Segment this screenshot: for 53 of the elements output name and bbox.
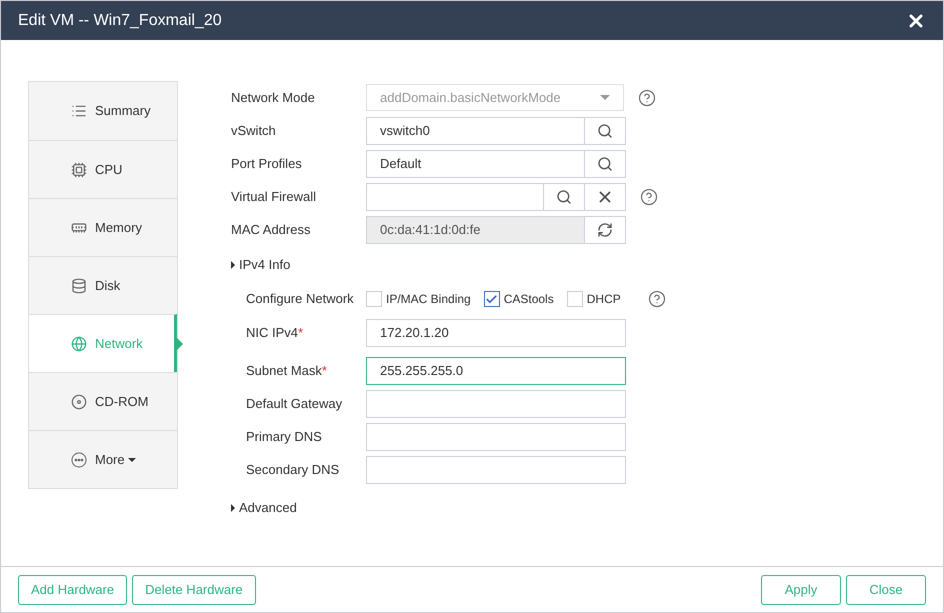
search-button[interactable] — [585, 150, 626, 178]
list-icon — [71, 103, 87, 119]
field-label: Subnet Mask* — [246, 362, 328, 380]
search-button[interactable] — [544, 182, 585, 210]
refresh-button[interactable] — [585, 216, 626, 244]
input-field[interactable] — [366, 390, 626, 418]
input-field[interactable] — [366, 456, 626, 484]
field-label: MAC Address — [231, 220, 312, 239]
window-title: Edit VM -- Win7_Foxmail_20 — [18, 10, 222, 30]
checkbox-label: IP/MAC Binding — [386, 291, 471, 308]
advanced-toggle[interactable]: Advanced — [239, 498, 297, 518]
sidebar-tab[interactable]: CPU — [29, 140, 177, 198]
help-icon[interactable] — [648, 290, 666, 308]
input-field[interactable] — [366, 422, 626, 450]
field-label: Virtual Firewall — [231, 188, 318, 206]
checkbox-label: DHCP — [586, 291, 621, 308]
globe-icon — [71, 336, 87, 352]
sidebar-tab[interactable]: Summary — [29, 82, 177, 140]
search-icon — [556, 188, 572, 204]
ipv4-info-toggle[interactable]: IPv4 Info — [239, 255, 290, 275]
check-icon — [485, 292, 498, 306]
sidebar-tab[interactable]: More — [29, 430, 177, 488]
clear-button[interactable] — [585, 182, 626, 210]
field-label: Secondary DNS — [246, 460, 340, 479]
checkbox-label: CAStools — [504, 291, 554, 308]
input-field[interactable]: Default — [366, 150, 585, 178]
input-field[interactable]: 255.255.255.0 — [366, 356, 626, 384]
field-label: Configure Network — [246, 290, 355, 308]
field-label: Primary DNS — [246, 428, 323, 446]
sidebar-tab[interactable]: Memory — [29, 198, 177, 256]
search-icon — [597, 122, 613, 138]
field-label: NIC IPv4* — [246, 324, 304, 342]
disc-icon — [71, 394, 87, 410]
pointer-icon — [177, 338, 183, 350]
search-button[interactable] — [585, 116, 626, 144]
field-label: Port Profiles — [231, 154, 303, 173]
chip-icon — [71, 162, 87, 178]
field-label: Default Gateway — [246, 394, 344, 413]
help-icon[interactable] — [640, 188, 658, 206]
input-field[interactable] — [366, 182, 544, 210]
expand-arrow-icon[interactable] — [231, 504, 235, 512]
search-icon — [597, 156, 613, 172]
refresh-icon — [597, 222, 613, 238]
database-icon — [71, 278, 87, 294]
field-label: Network Mode — [231, 88, 316, 107]
ellipsis-circle-icon — [71, 452, 87, 468]
input-field[interactable]: vswitch0 — [366, 116, 585, 144]
sidebar-tab[interactable]: CD-ROM — [29, 372, 177, 430]
checkbox[interactable] — [484, 291, 500, 307]
field-label: vSwitch — [231, 122, 277, 140]
expand-arrow-icon[interactable] — [231, 261, 235, 269]
caret-icon — [600, 95, 610, 100]
input-field[interactable]: 172.20.1.20 — [366, 318, 626, 346]
